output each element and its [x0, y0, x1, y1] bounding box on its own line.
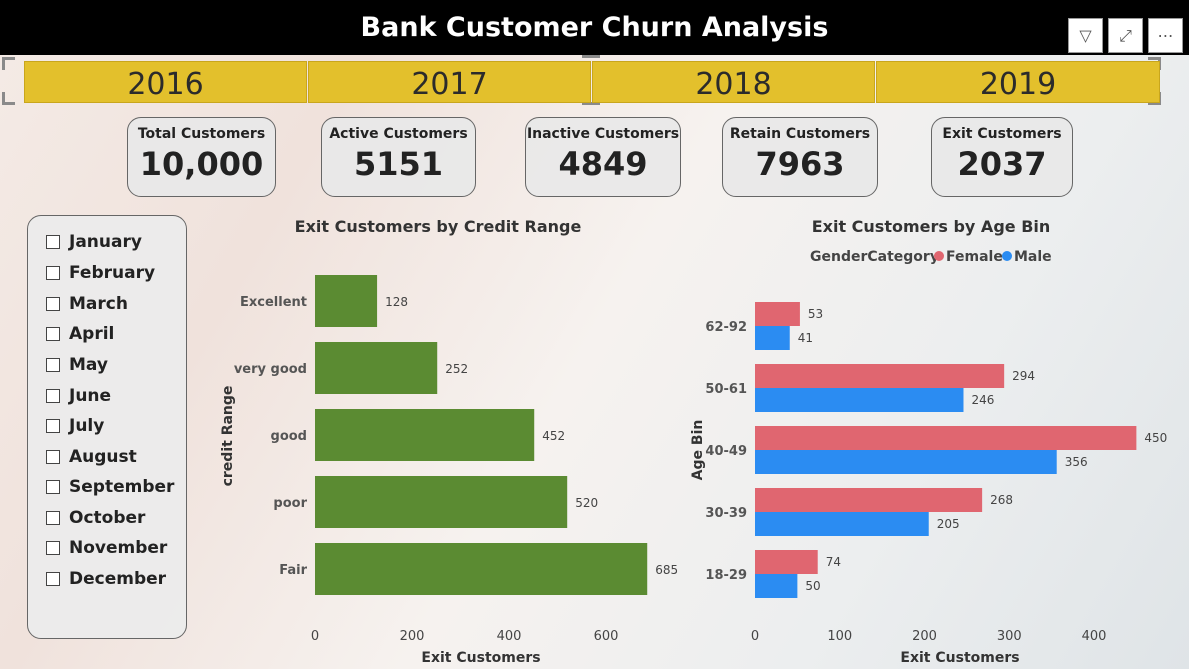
x-axis-title: Exit Customers [900, 650, 1019, 666]
category-label: Excellent [240, 295, 307, 310]
data-label: 128 [385, 295, 408, 309]
legend-label-male: Male [1014, 249, 1052, 265]
x-tick-label: 400 [1082, 629, 1107, 644]
data-label: 53 [808, 307, 823, 321]
female-bar[interactable] [755, 426, 1137, 450]
data-label: 205 [937, 517, 960, 531]
data-label: 50 [805, 579, 820, 593]
x-axis-title: Exit Customers [421, 650, 540, 666]
male-bar[interactable] [755, 512, 929, 536]
x-tick-label: 200 [912, 629, 937, 644]
category-label: Fair [279, 563, 307, 578]
x-tick-label: 400 [497, 629, 522, 644]
data-label: 246 [971, 393, 994, 407]
credit-range-chart[interactable]: Exit Customers by Credit Range Exit Cust… [220, 217, 678, 666]
male-bar[interactable] [755, 388, 964, 412]
charts-canvas: Exit Customers by Credit Range Exit Cust… [220, 217, 1167, 666]
credit-bar[interactable] [315, 342, 438, 394]
x-tick-label: 100 [827, 629, 852, 644]
female-bar[interactable] [755, 488, 983, 512]
female-bar[interactable] [755, 550, 818, 574]
data-label: 356 [1065, 455, 1088, 469]
category-label: good [271, 429, 307, 444]
category-label: 40-49 [705, 444, 747, 459]
x-tick-label: 0 [751, 629, 759, 644]
female-bar[interactable] [755, 364, 1005, 388]
category-label: very good [234, 362, 307, 377]
female-bar[interactable] [755, 302, 800, 326]
credit-bar[interactable] [315, 543, 648, 595]
male-bar[interactable] [755, 326, 790, 350]
male-bar[interactable] [755, 574, 798, 598]
credit-bar[interactable] [315, 275, 378, 327]
data-label: 41 [798, 331, 813, 345]
category-label: 18-29 [705, 568, 747, 583]
legend-label-female: Female [946, 249, 1003, 265]
data-label: 294 [1012, 369, 1035, 383]
category-label: 50-61 [705, 382, 747, 397]
x-tick-label: 0 [311, 629, 319, 644]
age-bin-chart[interactable]: Exit Customers by Age Bin GenderCategory… [690, 217, 1167, 666]
chart-title: Exit Customers by Credit Range [295, 217, 582, 236]
data-label: 268 [990, 493, 1013, 507]
data-label: 452 [542, 429, 565, 443]
legend: GenderCategory Female Male [810, 249, 1052, 265]
y-axis-title: Age Bin [690, 420, 706, 481]
y-axis-title: credit Range [220, 386, 236, 487]
data-label: 520 [575, 496, 598, 510]
data-label: 74 [826, 555, 841, 569]
chart-title: Exit Customers by Age Bin [812, 217, 1051, 236]
data-label: 252 [445, 362, 468, 376]
category-label: 62-92 [705, 320, 747, 335]
data-label: 685 [655, 563, 678, 577]
x-tick-label: 200 [400, 629, 425, 644]
legend-title: GenderCategory [810, 249, 939, 265]
category-label: poor [273, 496, 307, 511]
credit-bar[interactable] [315, 409, 535, 461]
male-bar[interactable] [755, 450, 1057, 474]
legend-swatch-female [934, 251, 944, 261]
data-label: 450 [1144, 431, 1167, 445]
category-label: 30-39 [705, 506, 747, 521]
x-tick-label: 600 [594, 629, 619, 644]
x-tick-label: 300 [997, 629, 1022, 644]
legend-swatch-male [1002, 251, 1012, 261]
credit-bar[interactable] [315, 476, 568, 528]
